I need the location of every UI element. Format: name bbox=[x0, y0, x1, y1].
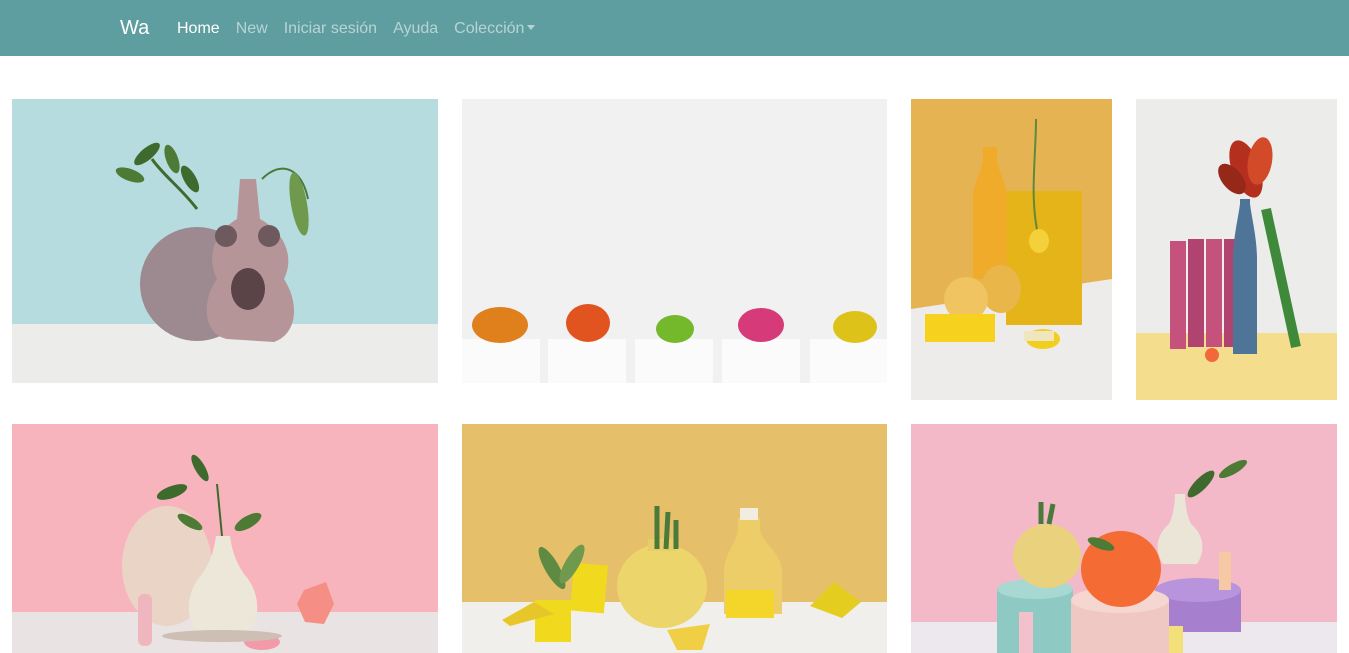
gallery-photo-yellow-pots[interactable] bbox=[462, 424, 887, 653]
brand-logo[interactable]: Wa bbox=[120, 16, 149, 40]
gallery-photo-cacti-row[interactable] bbox=[462, 99, 887, 383]
nav-new[interactable]: New bbox=[228, 17, 276, 41]
nav-home[interactable]: Home bbox=[169, 17, 228, 41]
gallery-photo-cream-vase-pink[interactable] bbox=[12, 424, 438, 653]
nav-menu: Home New Iniciar sesión Ayuda Colección bbox=[169, 17, 543, 41]
nav-collection-dropdown[interactable]: Colección bbox=[446, 17, 543, 41]
nav-help[interactable]: Ayuda bbox=[385, 17, 446, 41]
gallery-photo-yellow-bottle[interactable] bbox=[911, 99, 1112, 400]
gallery-photo-orange-pots[interactable] bbox=[911, 424, 1337, 653]
gallery-photo-blue-vase-tulip[interactable] bbox=[1136, 99, 1337, 400]
top-navbar: Wa Home New Iniciar sesión Ayuda Colecci… bbox=[0, 0, 1349, 56]
chevron-down-icon bbox=[527, 25, 536, 30]
nav-collection-label: Colección bbox=[454, 20, 525, 37]
nav-login[interactable]: Iniciar sesión bbox=[276, 17, 385, 41]
gallery-photo-pink-vase-blue[interactable] bbox=[12, 99, 438, 383]
